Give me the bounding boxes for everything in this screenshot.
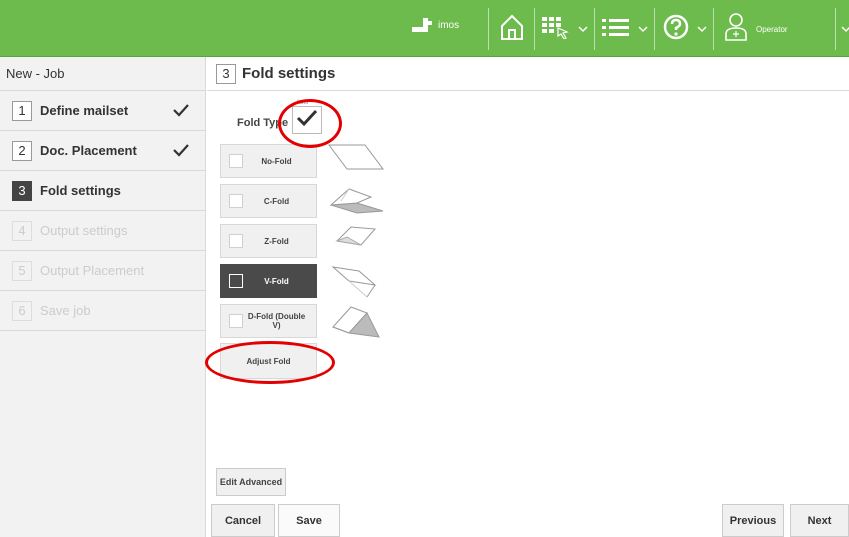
step-label: Fold settings bbox=[40, 183, 121, 198]
fold-option-z-fold[interactable]: Z-Fold bbox=[220, 224, 317, 258]
step-fold-settings[interactable]: 3 Fold settings bbox=[0, 171, 205, 211]
step-label: Define mailset bbox=[40, 103, 129, 118]
adjust-fold-button[interactable]: Adjust Fold bbox=[220, 343, 317, 379]
page-header: 3 Fold settings bbox=[207, 57, 849, 91]
previous-button[interactable]: Previous bbox=[722, 504, 784, 537]
job-grid-icon bbox=[541, 15, 571, 44]
option-checkbox[interactable] bbox=[229, 154, 243, 168]
operator-button[interactable] bbox=[722, 12, 750, 46]
job-dropdown-chevron-icon[interactable] bbox=[577, 22, 589, 34]
job-steps-sidebar: New - Job 1 Define mailset 2 Doc. Placem… bbox=[0, 57, 206, 537]
operator-user-icon bbox=[724, 12, 748, 47]
checkmark-icon bbox=[296, 109, 318, 132]
list-menu-icon bbox=[601, 16, 631, 43]
list-menu-button[interactable] bbox=[600, 12, 632, 46]
page-title: Fold settings bbox=[242, 65, 336, 82]
home-icon bbox=[499, 13, 525, 46]
top-bar: imos Operator bbox=[0, 0, 849, 57]
fold-option-d-fold[interactable]: D-Fold (Double V) bbox=[220, 304, 317, 338]
page-step-number: 3 bbox=[216, 63, 236, 84]
fold-type-auto-checkbox[interactable] bbox=[292, 106, 322, 134]
v-fold-diagram-icon bbox=[327, 263, 387, 304]
divider bbox=[835, 8, 836, 50]
home-button[interactable] bbox=[496, 12, 528, 46]
z-fold-diagram-icon bbox=[327, 223, 387, 260]
step-number: 4 bbox=[12, 220, 32, 241]
option-checkbox[interactable] bbox=[229, 274, 243, 288]
cancel-button[interactable]: Cancel bbox=[211, 504, 275, 537]
fold-option-no-fold[interactable]: No-Fold bbox=[220, 144, 317, 178]
help-button[interactable] bbox=[662, 12, 690, 46]
option-label: Z-Fold bbox=[264, 236, 289, 246]
fold-type-label: Fold Type bbox=[237, 117, 289, 129]
d-fold-diagram-icon bbox=[327, 303, 387, 344]
help-icon bbox=[663, 14, 689, 45]
step-label: Output Placement bbox=[40, 263, 145, 278]
step-save-job: 6 Save job bbox=[0, 291, 205, 331]
logo-text: imos bbox=[438, 19, 460, 31]
divider bbox=[594, 8, 595, 50]
option-label: No-Fold bbox=[261, 156, 292, 166]
checkmark-icon bbox=[173, 103, 189, 122]
divider bbox=[534, 8, 535, 50]
step-number: 2 bbox=[12, 140, 32, 161]
sidebar-title: New - Job bbox=[0, 57, 205, 91]
option-checkbox[interactable] bbox=[229, 234, 243, 248]
step-number: 1 bbox=[12, 100, 32, 121]
divider bbox=[713, 8, 714, 50]
help-dropdown-chevron-icon[interactable] bbox=[696, 22, 708, 34]
user-dropdown-chevron-icon[interactable] bbox=[840, 22, 849, 34]
checkmark-icon bbox=[173, 143, 189, 162]
option-label: C-Fold bbox=[263, 196, 290, 206]
option-checkbox[interactable] bbox=[229, 314, 243, 328]
next-button[interactable]: Next bbox=[790, 504, 849, 537]
option-checkbox[interactable] bbox=[229, 194, 243, 208]
step-doc-placement[interactable]: 2 Doc. Placement bbox=[0, 131, 205, 171]
operator-label: Operator bbox=[756, 25, 788, 34]
step-label: Save job bbox=[40, 303, 91, 318]
step-output-placement: 5 Output Placement bbox=[0, 251, 205, 291]
job-grid-button[interactable] bbox=[540, 12, 572, 46]
step-define-mailset[interactable]: 1 Define mailset bbox=[0, 91, 205, 131]
option-label: V-Fold bbox=[264, 276, 289, 286]
imos-logo-icon bbox=[412, 18, 432, 32]
no-fold-diagram-icon bbox=[327, 143, 387, 178]
option-label: D-Fold (Double V) bbox=[247, 312, 306, 330]
step-output-settings: 4 Output settings bbox=[0, 211, 205, 251]
divider bbox=[654, 8, 655, 50]
list-dropdown-chevron-icon[interactable] bbox=[637, 22, 649, 34]
app-logo: imos bbox=[412, 18, 459, 32]
fold-option-v-fold[interactable]: V-Fold bbox=[220, 264, 317, 298]
edit-advanced-button[interactable]: Edit Advanced bbox=[216, 468, 286, 496]
step-number: 6 bbox=[12, 300, 32, 321]
step-label: Doc. Placement bbox=[40, 143, 137, 158]
step-label: Output settings bbox=[40, 223, 128, 238]
divider bbox=[488, 8, 489, 50]
c-fold-diagram-icon bbox=[327, 183, 387, 222]
step-number: 5 bbox=[12, 260, 32, 281]
fold-option-c-fold[interactable]: C-Fold bbox=[220, 184, 317, 218]
step-number: 3 bbox=[12, 180, 32, 201]
save-button[interactable]: Save bbox=[278, 504, 340, 537]
